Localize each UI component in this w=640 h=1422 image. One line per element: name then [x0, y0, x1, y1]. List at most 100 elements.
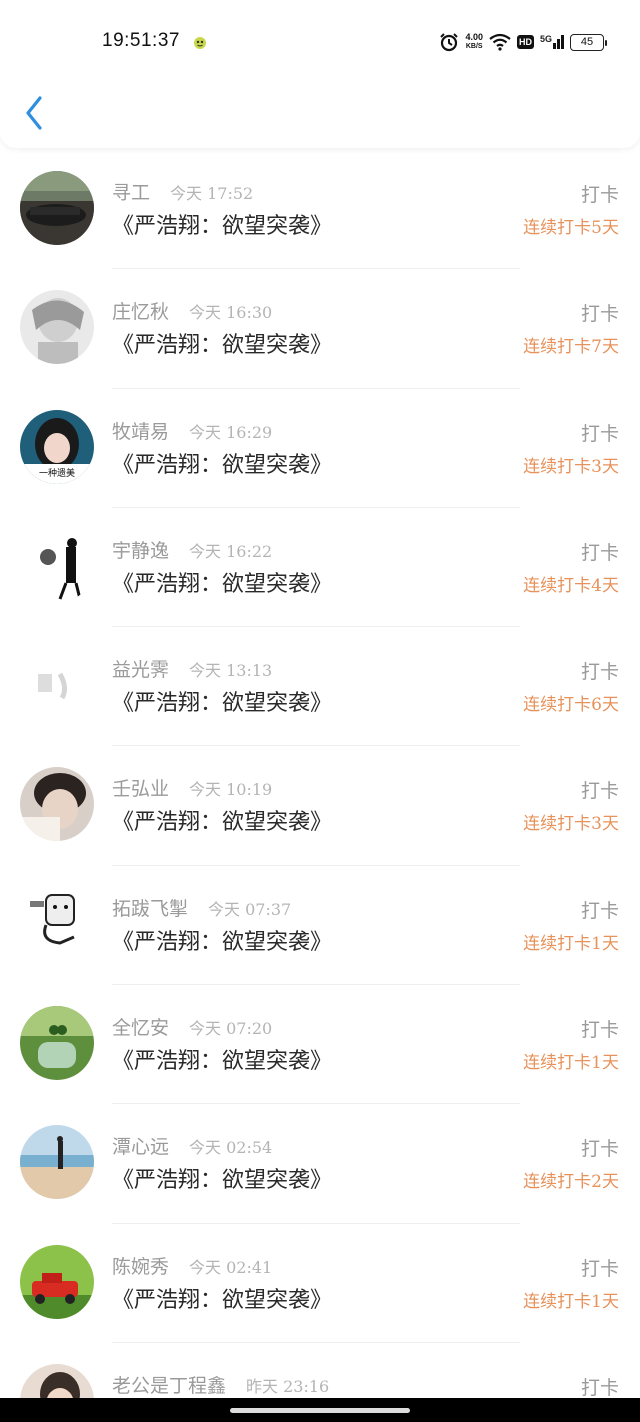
signal-bar: [561, 35, 564, 49]
checkin-label: 打卡: [580, 422, 619, 445]
book-title[interactable]: 《严浩翔：欲望突袭》: [112, 1043, 332, 1075]
book-title[interactable]: 《严浩翔：欲望突袭》: [112, 447, 332, 479]
user-name[interactable]: 老公是丁程鑫: [112, 1371, 226, 1398]
book-title[interactable]: 《严浩翔：欲望突袭》: [112, 1282, 332, 1314]
user-info: 陈婉秀 今天 02:41: [112, 1252, 272, 1279]
user-name[interactable]: 全忆安: [112, 1013, 169, 1040]
avatar[interactable]: 一种遗美: [20, 409, 94, 484]
checkin-label: 打卡: [580, 1376, 619, 1399]
checkin-label: 打卡: [580, 780, 619, 803]
checkin-time: 今天 07:20: [189, 1019, 273, 1039]
book-title[interactable]: 《严浩翔：欲望突袭》: [112, 804, 332, 836]
user-name[interactable]: 陈婉秀: [112, 1252, 169, 1279]
checkin-list: 寻工 今天 17:52 《严浩翔：欲望突袭》 打卡 连续打卡5天 庄忆秋 今天 16:30 《…: [0, 150, 640, 1422]
streak-count: 连续打卡1天: [523, 1291, 619, 1312]
streak-count: 连续打卡3天: [523, 814, 619, 835]
user-info: 益光霁 今天 13:13: [112, 655, 272, 682]
battery-level: 45: [580, 36, 594, 48]
book-title[interactable]: 《严浩翔：欲望突袭》: [112, 566, 332, 598]
user-name[interactable]: 壬弘业: [112, 774, 169, 801]
avatar[interactable]: [20, 886, 94, 961]
checkin-row[interactable]: 全忆安 今天 07:20 《严浩翔：欲望突袭》 打卡连续打卡1天: [0, 985, 640, 1105]
user-info: 宇静逸 今天 16:22: [112, 536, 273, 563]
cellular-signal-icon: 5G: [540, 35, 564, 49]
streak-count: 连续打卡3天: [523, 456, 619, 477]
status-time: 19:51:37: [102, 30, 180, 51]
checkin-row[interactable]: 陈婉秀 今天 02:41 《严浩翔：欲望突袭》 打卡连续打卡1天: [0, 1224, 640, 1343]
user-info: 壬弘业 今天 10:19: [112, 774, 272, 801]
streak-count: 连续打卡2天: [523, 1172, 619, 1193]
signal-bar: [553, 43, 556, 49]
user-name[interactable]: 牧靖易: [112, 417, 169, 444]
avatar[interactable]: [20, 528, 94, 603]
network-type: 5G: [539, 34, 552, 44]
checkin-label: 打卡: [580, 1019, 619, 1042]
checkin-row[interactable]: 壬弘业 今天 10:19 《严浩翔：欲望突袭》 打卡连续打卡3天: [0, 746, 640, 866]
checkin-label: 打卡: [580, 184, 619, 206]
checkin-label: 打卡: [580, 899, 619, 922]
streak-count: 连续打卡7天: [523, 337, 619, 358]
book-title[interactable]: 《严浩翔：欲望突袭》: [112, 327, 332, 359]
user-info: 牧靖易 今天 16:29: [112, 417, 273, 444]
streak-count: 连续打卡1天: [523, 1053, 619, 1074]
checkin-time: 昨天 23:16: [246, 1376, 330, 1396]
wifi-icon: [489, 33, 511, 51]
avatar[interactable]: [20, 171, 94, 245]
user-info: 潭心远 今天 02:54: [112, 1132, 273, 1159]
user-name[interactable]: 益光霁: [112, 655, 169, 682]
battery-icon: 45: [570, 33, 607, 51]
book-title[interactable]: 《严浩翔：欲望突袭》: [112, 208, 332, 240]
book-title[interactable]: 《严浩翔：欲望突袭》: [112, 924, 332, 956]
hd-voice-icon: HD: [516, 35, 534, 49]
avatar[interactable]: [20, 290, 94, 365]
checkin-label: 打卡: [580, 661, 619, 684]
streak-count: 连续打卡5天: [523, 218, 619, 238]
checkin-row[interactable]: 一种遗美 牧靖易 今天 16:29 《严浩翔：欲望突袭》 打卡连续打卡3天: [0, 389, 640, 508]
user-info: 全忆安 今天 07:20: [112, 1013, 273, 1040]
user-name[interactable]: 潭心远: [112, 1132, 169, 1159]
back-button[interactable]: [22, 94, 48, 132]
user-name[interactable]: 庄忆秋: [112, 297, 169, 324]
checkin-time: 今天 16:30: [189, 303, 273, 323]
user-info: 庄忆秋 今天 16:30: [112, 297, 273, 324]
network-speed-unit: KB/S: [465, 43, 483, 50]
user-name[interactable]: 宇静逸: [112, 536, 169, 563]
checkin-row[interactable]: 拓跋飞掣 今天 07:37 《严浩翔：欲望突袭》 打卡 连续打卡1天: [0, 866, 640, 986]
system-icons: 4.00 KB/S HD 5G 45: [439, 30, 607, 54]
avatar[interactable]: [20, 767, 94, 842]
checkin-row[interactable]: 宇静逸 今天 16:22 《严浩翔：欲望突袭》 打卡连续打卡4天: [0, 508, 640, 628]
checkin-row[interactable]: 庄忆秋 今天 16:30 《严浩翔：欲望突袭》 打卡连续打卡7天: [0, 269, 640, 389]
checkin-label: 打卡: [580, 303, 619, 326]
checkin-time: 今天 02:54: [189, 1138, 273, 1158]
home-indicator[interactable]: [230, 1408, 410, 1413]
book-title[interactable]: 《严浩翔：欲望突袭》: [112, 1162, 332, 1194]
gesture-bar: [0, 1398, 640, 1422]
checkin-row[interactable]: 益光霁 今天 13:13 《严浩翔：欲望突袭》 打卡 连续打卡6天: [0, 627, 640, 747]
avatar[interactable]: [20, 648, 94, 723]
status-bar: 19:51:37 4.00 KB/S HD 5G 45: [0, 0, 640, 70]
checkin-row[interactable]: 寻工 今天 17:52 《严浩翔：欲望突袭》 打卡连续打卡5天: [0, 150, 640, 270]
avatar[interactable]: [20, 1006, 94, 1081]
checkin-time: 今天 16:29: [189, 422, 273, 442]
checkin-time: 今天 16:22: [189, 541, 273, 561]
avatar[interactable]: [20, 1244, 94, 1319]
user-name[interactable]: 拓跋飞掣: [112, 894, 188, 921]
user-info: 老公是丁程鑫 昨天 23:16: [112, 1371, 330, 1398]
alarm-icon: [440, 33, 459, 52]
checkin-time: 今天 17:52: [170, 184, 254, 203]
network-speed-value: 4.00: [465, 32, 483, 42]
checkin-row[interactable]: 潭心远 今天 02:54 《严浩翔：欲望突袭》 打卡连续打卡2天: [0, 1104, 640, 1224]
svg-text:一种遗美: 一种遗美: [39, 467, 75, 479]
user-info: 拓跋飞掣 今天 07:37: [112, 894, 292, 921]
chevron-left-icon: [26, 96, 42, 130]
avatar[interactable]: [20, 1125, 94, 1200]
signal-bar: [557, 39, 560, 49]
checkin-label: 打卡: [580, 1138, 619, 1161]
user-name[interactable]: 寻工: [112, 178, 150, 205]
checkin-label: 打卡: [580, 541, 619, 564]
streak-count: 连续打卡4天: [523, 575, 619, 596]
user-info: 寻工 今天 17:52: [112, 178, 254, 205]
book-title[interactable]: 《严浩翔：欲望突袭》: [112, 685, 332, 717]
checkin-label: 打卡: [580, 1257, 619, 1280]
checkin-time: 今天 07:37: [208, 899, 292, 919]
